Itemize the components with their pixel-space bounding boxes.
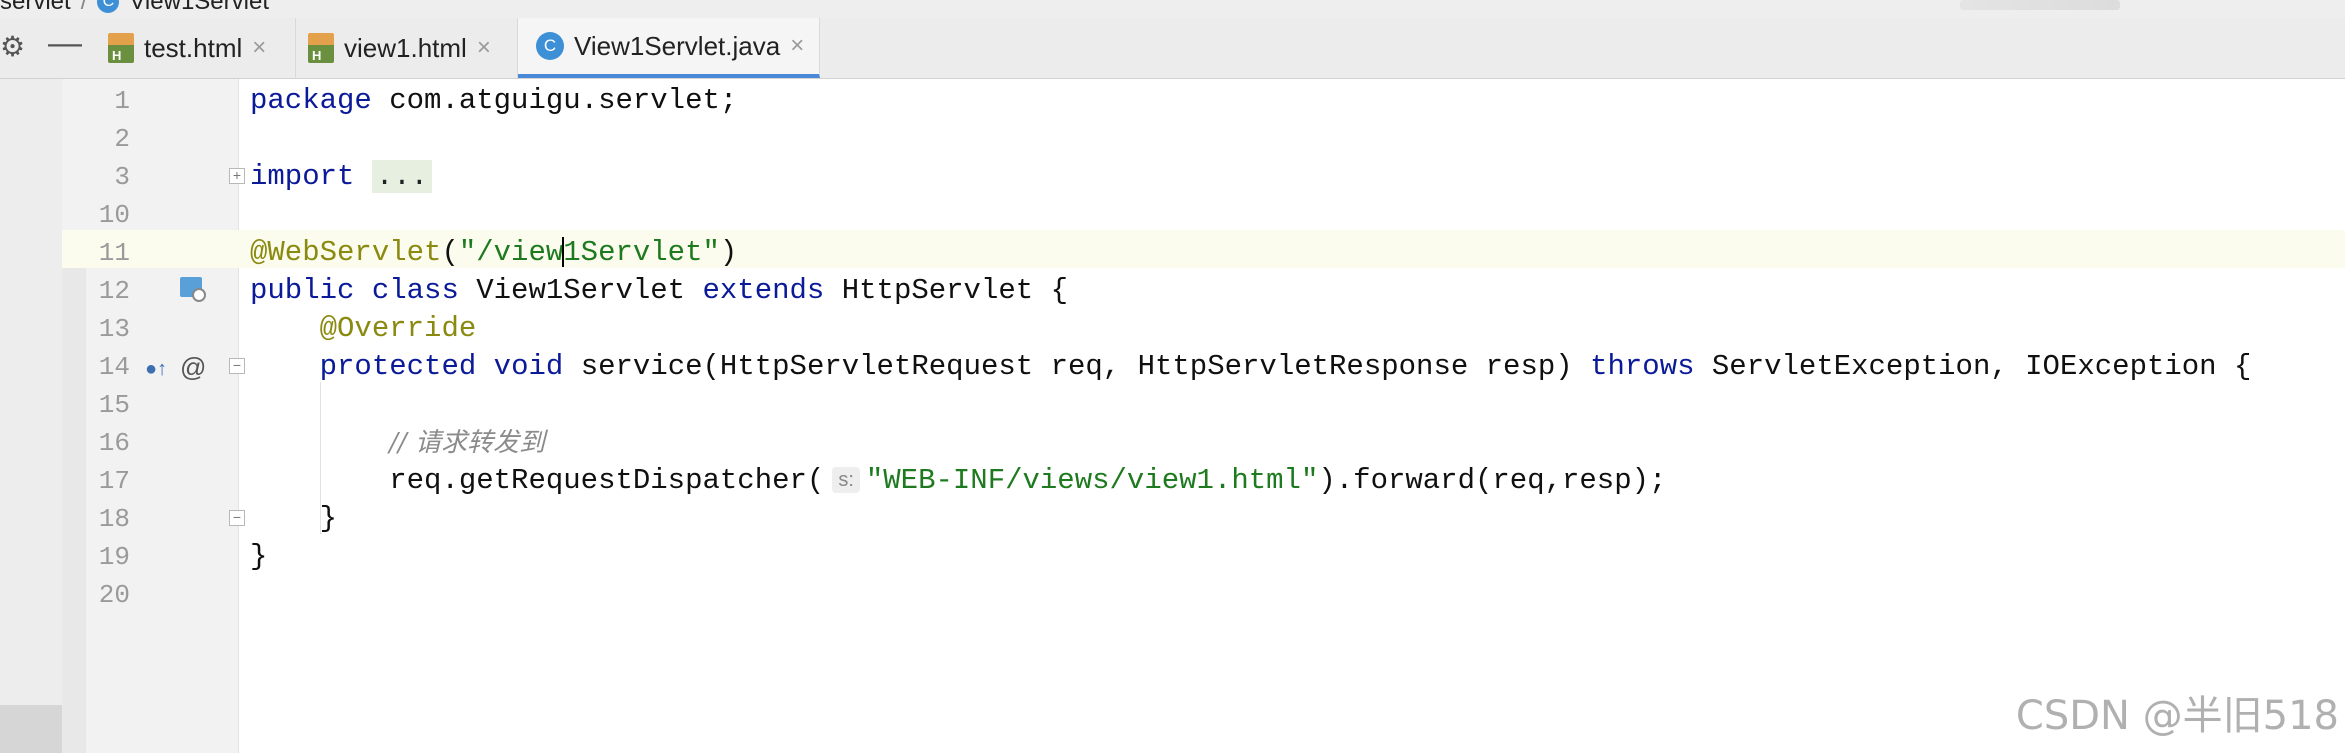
- code-line[interactable]: 14 ●↑ @ − protected void service(HttpSer…: [0, 348, 2345, 386]
- breadcrumb-separator: /: [80, 0, 88, 15]
- method-signature: service(HttpServletRequest req, HttpServ…: [580, 350, 1573, 383]
- line-number: 1: [114, 86, 130, 116]
- line-number: 10: [98, 200, 130, 230]
- tab-label: View1Servlet.java: [574, 30, 781, 61]
- tab-view1-html[interactable]: view1.html ×: [296, 18, 518, 78]
- code-comment: // 请求转发到: [389, 428, 546, 458]
- line-number: 17: [98, 466, 130, 496]
- code-line[interactable]: 12 public class View1Servlet extends Htt…: [0, 272, 2345, 310]
- code-line[interactable]: 17 req.getRequestDispatcher( s: "WEB-INF/v…: [0, 462, 2345, 500]
- html-file-icon: [108, 33, 134, 63]
- line-number: 2: [114, 124, 130, 154]
- close-icon[interactable]: ×: [252, 34, 266, 62]
- line-number: 16: [98, 428, 130, 458]
- line-number: 13: [98, 314, 130, 344]
- code-line[interactable]: 11 @WebServlet("/view1Servlet"): [0, 234, 2345, 272]
- gear-icon[interactable]: ⚙: [0, 32, 25, 62]
- closing-brace: }: [250, 540, 268, 573]
- line-number: 11: [98, 238, 130, 268]
- annotation-override: @Override: [319, 312, 477, 345]
- package-name: com.atguigu.servlet;: [371, 84, 738, 117]
- code-line[interactable]: 18 − }: [0, 500, 2345, 538]
- tab-test-html[interactable]: test.html ×: [100, 18, 296, 78]
- code-line[interactable]: 13 @Override: [0, 310, 2345, 348]
- keyword-import: import: [250, 160, 355, 193]
- fold-collapse-icon[interactable]: −: [229, 358, 245, 374]
- java-class-icon: C: [97, 0, 120, 13]
- string-literal: 1Servlet": [563, 236, 720, 269]
- breadcrumb-item-package[interactable]: servlet: [0, 0, 71, 16]
- editor-tab-bar: ⚙ — test.html × view1.html × C View1Serv…: [0, 18, 2345, 79]
- code-line[interactable]: 19 }: [0, 538, 2345, 576]
- line-number: 19: [98, 542, 130, 572]
- line-number: 20: [98, 580, 130, 610]
- line-number: 3: [114, 162, 130, 192]
- breadcrumb: servlet / C View1Servlet: [0, 0, 2345, 18]
- line-number: 12: [98, 276, 130, 306]
- line-number: 18: [98, 504, 130, 534]
- java-class-icon: C: [536, 32, 564, 60]
- tab-label: view1.html: [344, 32, 467, 63]
- line-number: 14: [98, 352, 130, 382]
- minus-icon[interactable]: —: [48, 26, 82, 60]
- watermark: CSDN @半旧518: [2015, 693, 2339, 739]
- fold-end-icon[interactable]: −: [229, 510, 245, 526]
- overrides-method-icon[interactable]: ●↑: [145, 350, 167, 388]
- string-literal: "/view: [458, 236, 564, 269]
- code-line[interactable]: 3 + import ...: [0, 158, 2345, 196]
- method-call: req.getRequestDispatcher(: [389, 464, 825, 497]
- code-line[interactable]: 15: [0, 386, 2345, 424]
- fold-expand-icon[interactable]: +: [229, 168, 245, 184]
- code-line[interactable]: 20: [0, 576, 2345, 614]
- line-number: 15: [98, 390, 130, 420]
- close-icon[interactable]: ×: [790, 32, 804, 60]
- code-line[interactable]: 1 package com.atguigu.servlet;: [0, 82, 2345, 120]
- close-icon[interactable]: ×: [477, 34, 491, 62]
- folded-imports[interactable]: ...: [371, 160, 433, 193]
- navigation-bar-controls: [1960, 0, 2120, 10]
- tab-view1servlet-java[interactable]: C View1Servlet.java ×: [518, 18, 820, 78]
- code-line[interactable]: 2: [0, 120, 2345, 158]
- annotation-webservlet: @WebServlet: [250, 236, 442, 269]
- closing-brace: }: [319, 502, 338, 535]
- html-file-icon: [308, 33, 334, 63]
- code-line[interactable]: 10: [0, 196, 2345, 234]
- string-literal: "WEB-INF/views/view1.html": [865, 464, 1319, 497]
- class-name: View1Servlet: [476, 274, 686, 307]
- globe-icon: [192, 288, 206, 302]
- parameter-hint: s:: [832, 467, 860, 494]
- code-line[interactable]: 16 // 请求转发到: [0, 424, 2345, 462]
- breadcrumb-item-class[interactable]: View1Servlet: [129, 0, 269, 16]
- annotation-gutter-icon[interactable]: @: [180, 348, 206, 386]
- keyword-package: package: [250, 84, 372, 117]
- tab-label: test.html: [144, 32, 243, 63]
